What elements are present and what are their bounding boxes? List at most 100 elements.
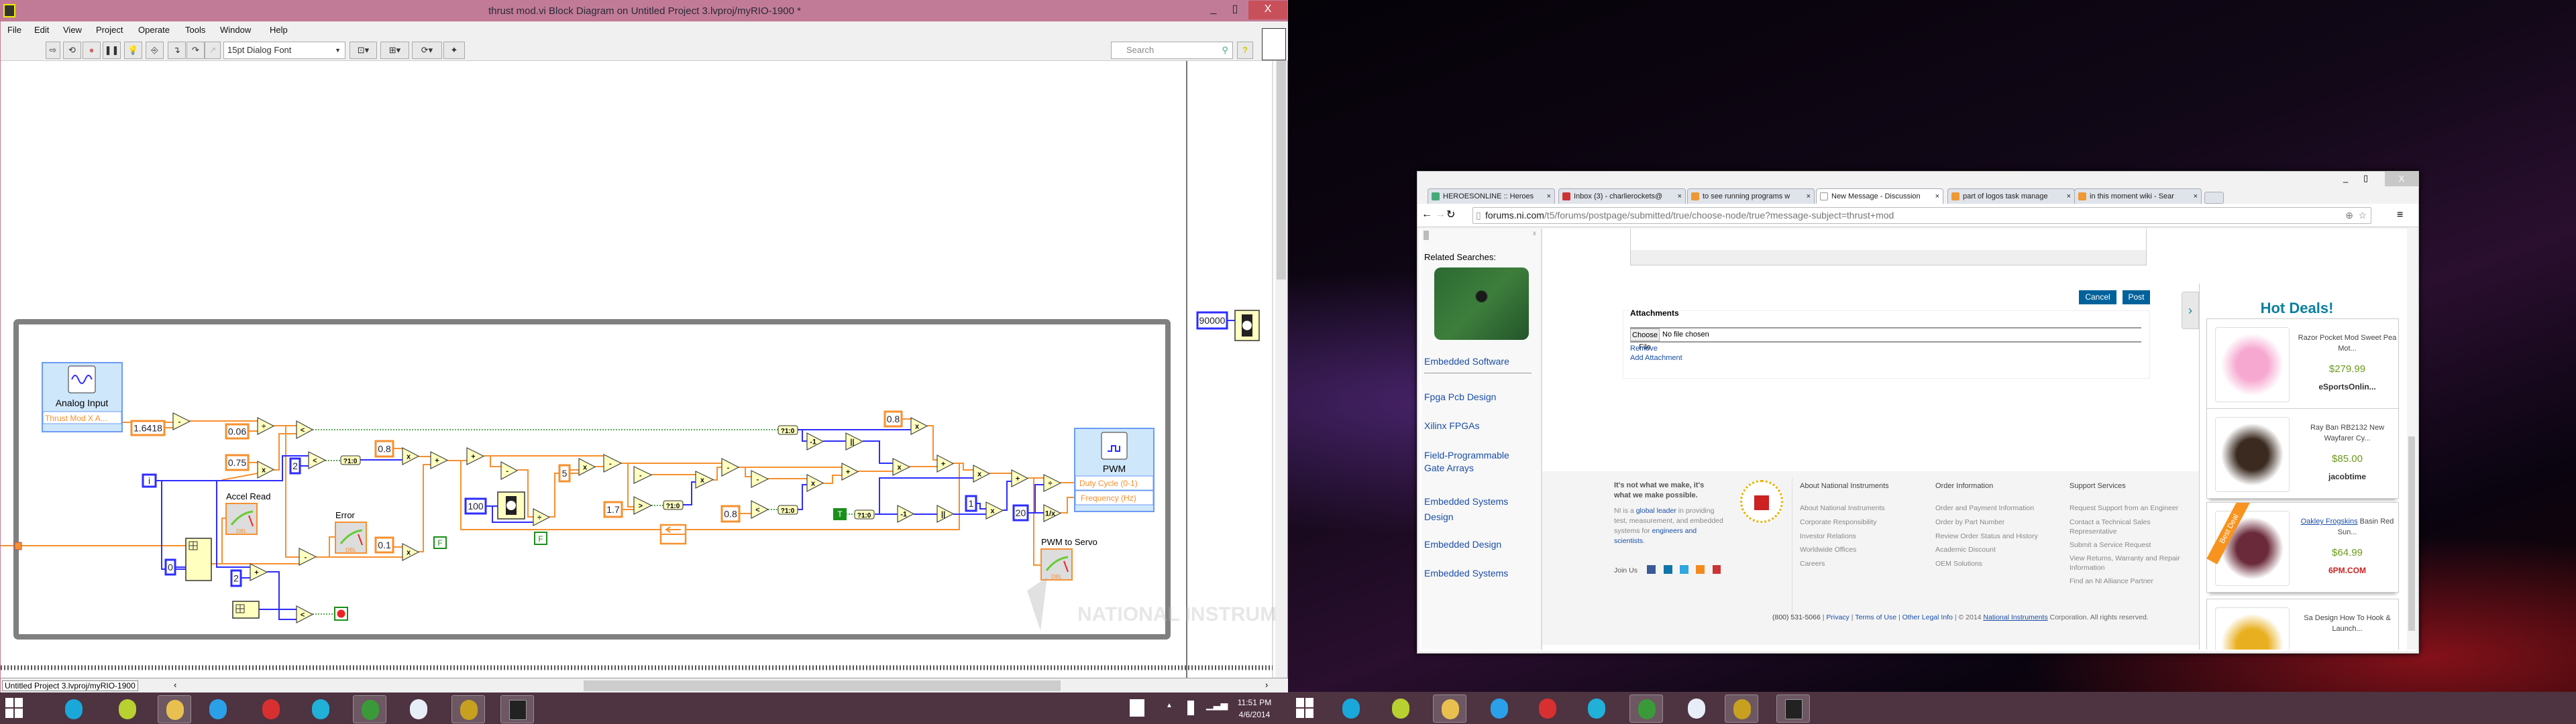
legal-link[interactable]: Other Legal Info xyxy=(1902,613,1953,621)
numeric-constant[interactable]: 0.8 xyxy=(720,505,741,523)
twitter-icon[interactable] xyxy=(1680,565,1688,574)
boolean-constant[interactable]: F xyxy=(433,536,447,549)
menu-operate[interactable]: Operate xyxy=(138,25,170,35)
operator-node[interactable]: + xyxy=(250,563,268,581)
choose-file-button[interactable]: Choose File xyxy=(1630,328,1660,351)
dbl-wire[interactable] xyxy=(927,425,937,461)
start-button[interactable] xyxy=(5,698,23,718)
dbl-wire[interactable] xyxy=(1061,497,1075,514)
add-attachment-link[interactable]: Add Attachment xyxy=(1630,354,1682,362)
close-icon[interactable]: x xyxy=(1533,230,1536,237)
ni-link[interactable]: National Instruments xyxy=(1983,613,2047,621)
taskbar-internet-explorer[interactable] xyxy=(201,695,235,723)
build-array-node[interactable] xyxy=(185,538,212,581)
reorder-icon[interactable]: ⟳▾ xyxy=(412,42,442,59)
footer-link[interactable]: Find an NI Alliance Partner xyxy=(2070,577,2197,586)
block-diagram[interactable]: Analog Input Thrust Mod X A... PWM Duty … xyxy=(1,61,1330,678)
related-link[interactable]: Fpga Pcb Design xyxy=(1424,391,1496,402)
browser-tab[interactable]: Inbox (3) - charlierockets@ × xyxy=(1558,188,1686,204)
browser-tab[interactable]: New Message - Discussion × xyxy=(1816,188,1943,204)
footer-link[interactable]: Investor Relations xyxy=(1800,532,1921,541)
operator-node[interactable]: || xyxy=(845,432,864,450)
numeric-constant[interactable]: 90000 xyxy=(1196,311,1228,330)
numeric-constant[interactable]: 100 xyxy=(464,497,487,515)
run-arrow-icon[interactable]: ⇨ xyxy=(46,42,60,59)
operator-node[interactable]: + xyxy=(841,463,859,481)
operator-node[interactable]: < xyxy=(296,605,314,623)
related-link[interactable]: Field-Programmable Gate Arrays xyxy=(1424,449,1525,475)
dbl-wire[interactable] xyxy=(745,467,751,477)
pwm-node[interactable]: PWM Duty Cycle (0-1) Frequency (Hz) xyxy=(1074,428,1155,512)
numeric-constant[interactable]: 1.7 xyxy=(603,501,623,518)
operator-node[interactable]: -1 xyxy=(806,432,824,450)
footer-link[interactable]: Contact a Technical Sales Representative xyxy=(2070,518,2197,536)
bool-to-int-node[interactable]: ?1:0 xyxy=(854,509,875,520)
numeric-constant[interactable]: 0.8 xyxy=(374,440,394,458)
int-wire[interactable] xyxy=(798,484,807,510)
pwm-frequency-input[interactable]: Frequency (Hz) xyxy=(1081,493,1136,503)
operator-node[interactable]: > xyxy=(633,496,653,515)
numeric-constant[interactable]: 20 xyxy=(1012,504,1029,522)
related-link[interactable]: Embedded Design xyxy=(1424,539,1501,550)
numeric-constant[interactable]: 5 xyxy=(558,464,571,483)
operator-node[interactable]: + xyxy=(1011,469,1029,487)
align-objects-icon[interactable]: ⊡▾ xyxy=(350,42,377,59)
taskbar-document-app[interactable] xyxy=(402,695,435,723)
operator-node[interactable]: - xyxy=(721,458,740,477)
step-into-icon[interactable]: ↴ xyxy=(168,42,186,59)
address-bar[interactable]: ▯ forums.ni.com/t5/forums/postpage/submit… xyxy=(1472,207,2371,224)
operator-node[interactable]: - xyxy=(299,548,317,566)
menu-tools[interactable]: Tools xyxy=(185,25,205,35)
footer-link[interactable]: Corporate Responsibility xyxy=(1800,518,1921,527)
store-name[interactable]: eSportsOnlin... xyxy=(2298,382,2397,391)
zoom-icon[interactable]: ⊕ xyxy=(2345,208,2353,223)
deal-card[interactable]: Oakley Frogskins Basin Red Sun... $64.99 6… xyxy=(2206,502,2399,593)
operator-node[interactable]: x xyxy=(973,465,991,483)
iteration-terminal[interactable]: i xyxy=(142,473,157,488)
operator-node[interactable]: x xyxy=(910,417,928,435)
taskbar-media-player[interactable] xyxy=(1384,695,1417,723)
gauge-indicator[interactable]: DBL xyxy=(1040,548,1073,581)
taskbar-app-red[interactable] xyxy=(1531,695,1564,723)
deal-title[interactable]: Razor Pocket Mod Sweet Pea Mot... xyxy=(2298,333,2397,354)
project-path[interactable]: Untitled Project 3.lvproj/myRIO-1900 xyxy=(2,680,138,691)
footer-link[interactable]: Worldwide Offices xyxy=(1800,545,1921,554)
operator-node[interactable]: - xyxy=(172,412,191,430)
taskbar-media-player[interactable] xyxy=(111,695,144,723)
pause-icon[interactable]: ❚❚ xyxy=(103,42,121,59)
retain-wire-values-icon[interactable]: ⎆ xyxy=(146,42,164,59)
maximize-button[interactable]: ▯ xyxy=(2363,173,2368,184)
global-leader-link[interactable]: global leader xyxy=(1636,507,1676,515)
analog-input-node[interactable]: Analog Input Thrust Mod X A... xyxy=(42,362,123,432)
youtube-icon[interactable] xyxy=(1713,565,1721,574)
tab-close-icon[interactable]: × xyxy=(1544,189,1551,204)
distribute-objects-icon[interactable]: ⊞▾ xyxy=(380,42,409,59)
browser-tab[interactable]: to see running programs w × xyxy=(1687,188,1815,204)
taskbar-terminal[interactable] xyxy=(500,695,534,723)
numeric-constant[interactable]: 0 xyxy=(164,558,176,576)
deal-card[interactable]: Ray Ban RB2132 New Wayfarer Cy... $85.00 j… xyxy=(2206,408,2399,499)
footer-link[interactable]: Submit a Service Request xyxy=(2070,540,2197,550)
pwm-duty-cycle-input[interactable]: Duty Cycle (0-1) xyxy=(1079,479,1138,488)
dbl-wire[interactable] xyxy=(419,464,431,552)
taskbar-app-red[interactable] xyxy=(254,695,288,723)
operator-node[interactable]: + xyxy=(430,451,449,469)
dbl-wire[interactable] xyxy=(823,475,842,484)
remove-link[interactable]: Remove xyxy=(1630,345,1658,353)
step-over-icon[interactable]: ↷ xyxy=(186,42,205,59)
font-dropdown[interactable]: 15pt Dialog Font ▼ xyxy=(223,42,345,59)
scroll-thumb[interactable] xyxy=(1277,61,1286,280)
taskbar-file-explorer[interactable] xyxy=(158,695,191,723)
footer-link[interactable]: Request Support from an Engineer xyxy=(2070,503,2197,513)
rss-icon[interactable] xyxy=(1696,565,1705,574)
taskbar-labview[interactable] xyxy=(451,695,485,723)
linkedin-icon[interactable] xyxy=(1664,565,1672,574)
browser-tab[interactable]: HEROESONLINE :: Heroes × xyxy=(1428,188,1555,204)
terms-link[interactable]: Terms of Use xyxy=(1855,613,1896,621)
operator-node[interactable]: - xyxy=(500,461,519,481)
tab-close-icon[interactable]: × xyxy=(1804,189,1811,204)
bool-to-int-node[interactable]: ?1:0 xyxy=(777,425,798,435)
horizontal-scroll-thumb[interactable] xyxy=(584,680,1061,691)
dbl-wire[interactable] xyxy=(211,518,226,564)
related-link[interactable]: Embedded Systems xyxy=(1424,568,1508,579)
